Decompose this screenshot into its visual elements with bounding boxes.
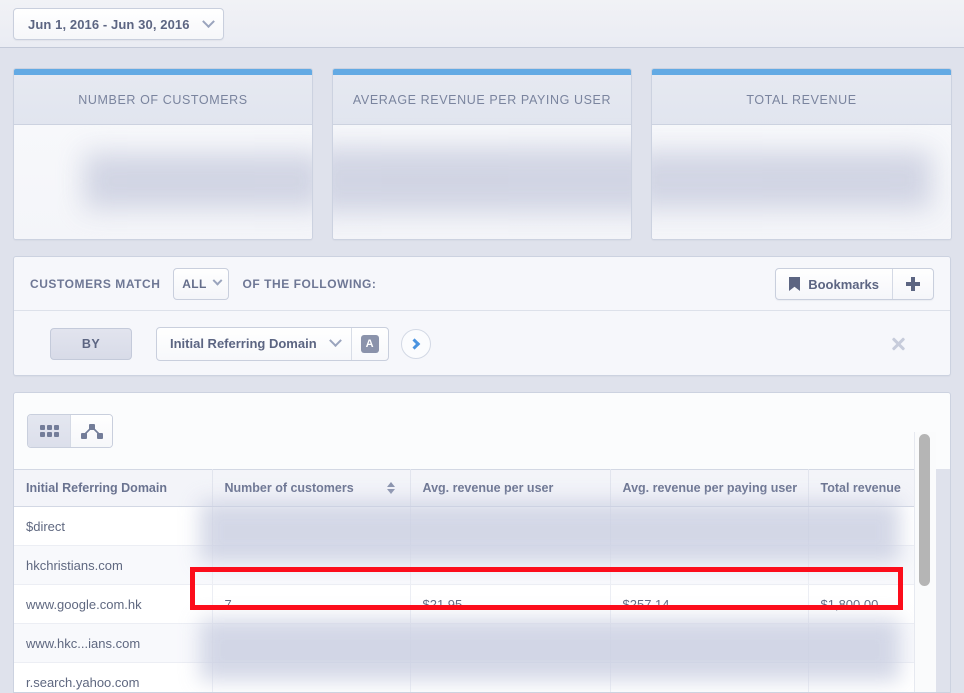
column-header-number-of-customers[interactable]: Number of customers [212,469,411,507]
cell-customers [212,662,411,692]
redacted-value [652,151,932,209]
column-label: Number of customers [224,481,354,495]
bookmarks-group: Bookmarks [775,268,934,300]
card-body [14,125,312,239]
card-header: NUMBER OF CUSTOMERS [14,75,312,125]
bookmark-icon [789,277,801,291]
cell-arppu [610,506,809,546]
top-bar: Jun 1, 2016 - Jun 30, 2016 [0,0,964,48]
cell-customers [212,545,411,585]
column-label: Initial Referring Domain [26,481,167,495]
cell-domain: $direct [14,506,213,546]
redacted-value [333,147,631,213]
vertical-scrollbar[interactable] [914,432,936,692]
column-header-avg-revenue-per-user[interactable]: Avg. revenue per user [410,469,611,507]
chevron-down-icon [212,275,223,286]
cell-domain: www.hkc...ians.com [14,623,213,663]
date-range-picker[interactable]: Jun 1, 2016 - Jun 30, 2016 [13,8,224,40]
card-body [333,125,631,239]
cell-total-revenue [808,506,925,546]
metric-card-average-revenue-per-paying-user: AVERAGE REVENUE PER PAYING USER [332,68,632,240]
metric-card-total-revenue: TOTAL REVENUE [651,68,952,240]
tree-icon [80,423,103,439]
scrollbar-thumb[interactable] [919,434,930,586]
cell-arppu [610,662,809,692]
data-table: Initial Referring Domain Number of custo… [14,469,950,692]
add-bookmark-button[interactable] [893,269,933,299]
card-header: TOTAL REVENUE [652,75,951,125]
card-title: TOTAL REVENUE [746,92,857,107]
column-label: Avg. revenue per paying user [622,481,798,495]
table-body: $direct hkchristians.com www.google.com.… [14,506,950,692]
customers-match-label: CUSTOMERS MATCH [30,276,161,291]
table-row[interactable]: r.search.yahoo.com [14,662,950,692]
date-range-label: Jun 1, 2016 - Jun 30, 2016 [28,16,190,32]
cell-domain: hkchristians.com [14,545,213,585]
cell-customers [212,506,411,546]
type-badge: A [360,334,379,353]
metric-cards: NUMBER OF CUSTOMERS AVERAGE REVENUE PER … [13,68,952,240]
cell-total-revenue: $1,800.00 [808,584,925,624]
property-value: Initial Referring Domain [170,336,317,351]
property-group: Initial Referring Domain A [156,326,389,361]
table-row[interactable]: www.hkc...ians.com [14,623,950,663]
filter-row: BY Initial Referring Domain A [14,311,950,376]
view-toggle-group [27,414,113,448]
chevron-right-icon [408,337,420,350]
cell-arpu [410,623,611,663]
table-header-row: Initial Referring Domain Number of custo… [14,469,950,507]
grid-icon [39,425,59,437]
remove-filter-button[interactable] [890,336,906,352]
cell-customers [212,623,411,663]
table-row-highlighted[interactable]: www.google.com.hk 7 $21.95 $257.14 $1,80… [14,584,950,624]
cell-total-revenue [808,623,925,663]
cell-arpu [410,662,611,692]
cell-arpu: $21.95 [410,584,611,624]
column-header-total-revenue[interactable]: Total revenue [808,469,925,507]
cell-customers: 7 [212,584,411,624]
cell-total-revenue [808,545,925,585]
table-row[interactable]: hkchristians.com [14,545,950,585]
bookmarks-label: Bookmarks [808,276,879,292]
cell-arppu [610,545,809,585]
cell-arpu [410,506,611,546]
property-select[interactable]: Initial Referring Domain [157,327,352,360]
match-mode-value: ALL [182,276,207,291]
tree-view-button[interactable] [70,415,112,447]
metric-card-number-of-customers: NUMBER OF CUSTOMERS [13,68,313,240]
sort-updown-icon [386,481,396,495]
redacted-value [84,153,312,209]
chevron-down-icon [201,14,215,31]
table-row[interactable]: $direct [14,506,950,546]
cell-total-revenue [808,662,925,692]
cell-domain: www.google.com.hk [14,584,213,624]
card-body [652,125,951,239]
column-label: Total revenue [820,481,901,495]
chevron-down-icon [328,334,342,348]
apply-filter-button[interactable] [400,328,431,359]
grid-view-button[interactable] [28,415,70,447]
of-the-following-label: OF THE FOLLOWING: [242,276,377,291]
plus-icon [906,277,920,291]
by-label: BY [81,336,101,351]
bookmarks-button[interactable]: Bookmarks [776,269,893,299]
cell-domain: r.search.yahoo.com [14,662,213,692]
filter-panel: CUSTOMERS MATCH ALL OF THE FOLLOWING: Bo… [13,256,951,376]
card-title: AVERAGE REVENUE PER PAYING USER [352,92,612,107]
cell-arppu [610,623,809,663]
by-button[interactable]: BY [50,327,132,360]
table-right-gutter [936,469,950,692]
data-table-panel: Initial Referring Domain Number of custo… [13,392,951,693]
card-header: AVERAGE REVENUE PER PAYING USER [333,75,631,125]
card-title: NUMBER OF CUSTOMERS [78,92,248,107]
filter-panel-header: CUSTOMERS MATCH ALL OF THE FOLLOWING: Bo… [14,257,950,311]
column-header-avg-revenue-per-paying-user[interactable]: Avg. revenue per paying user [610,469,809,507]
property-type-button[interactable]: A [352,328,388,360]
match-mode-select[interactable]: ALL [173,267,230,300]
cell-arppu: $257.14 [610,584,809,624]
column-header-initial-referring-domain[interactable]: Initial Referring Domain [14,469,213,507]
column-label: Avg. revenue per user [422,481,554,495]
cell-arpu [410,545,611,585]
